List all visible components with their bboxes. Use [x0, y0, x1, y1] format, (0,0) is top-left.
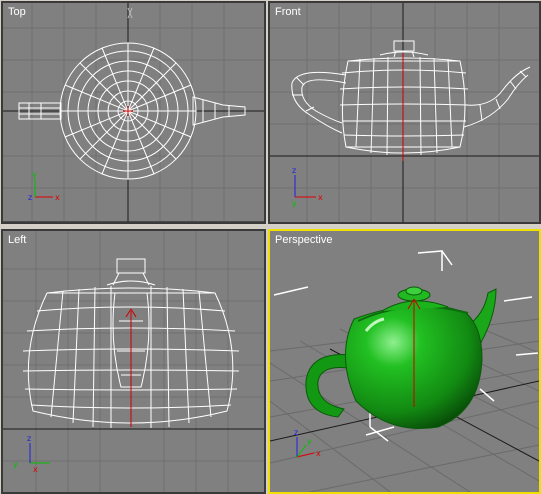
- viewport-top[interactable]: Top x y z: [1, 1, 266, 224]
- pivot-gizmo-left: [125, 308, 137, 427]
- axis-label-y: y: [307, 437, 312, 446]
- axis-label-x: x: [316, 449, 321, 458]
- axis-label-y: y: [13, 460, 18, 469]
- teapot-wireframe-front[interactable]: [291, 40, 531, 156]
- viewport-left-canvas[interactable]: y z x: [3, 231, 264, 492]
- axis-label-x: x: [55, 193, 60, 202]
- axis-tripod-left: y z x: [13, 434, 50, 474]
- axis-label-z: z: [28, 193, 32, 202]
- axis-label-z: z: [292, 166, 296, 175]
- viewport-top-canvas[interactable]: x y z: [3, 3, 264, 222]
- axis-tripod-top: x y z: [28, 170, 60, 202]
- axis-label-x: x: [33, 465, 38, 474]
- viewport-front-canvas[interactable]: x z y: [270, 3, 539, 222]
- axis-label-y: y: [32, 170, 37, 179]
- viewport-perspective[interactable]: Perspective x z y: [268, 229, 541, 494]
- viewport-perspective-canvas[interactable]: x z y: [270, 231, 539, 492]
- viewport-front[interactable]: Front x z y: [268, 1, 541, 224]
- axis-label-z: z: [27, 434, 31, 443]
- viewport-left[interactable]: Left y z x: [1, 229, 266, 494]
- axis-label-z: z: [294, 428, 298, 437]
- axis-label-x: x: [318, 193, 323, 202]
- teapot-shaded[interactable]: [305, 286, 497, 430]
- axis-label-y: y: [292, 199, 297, 208]
